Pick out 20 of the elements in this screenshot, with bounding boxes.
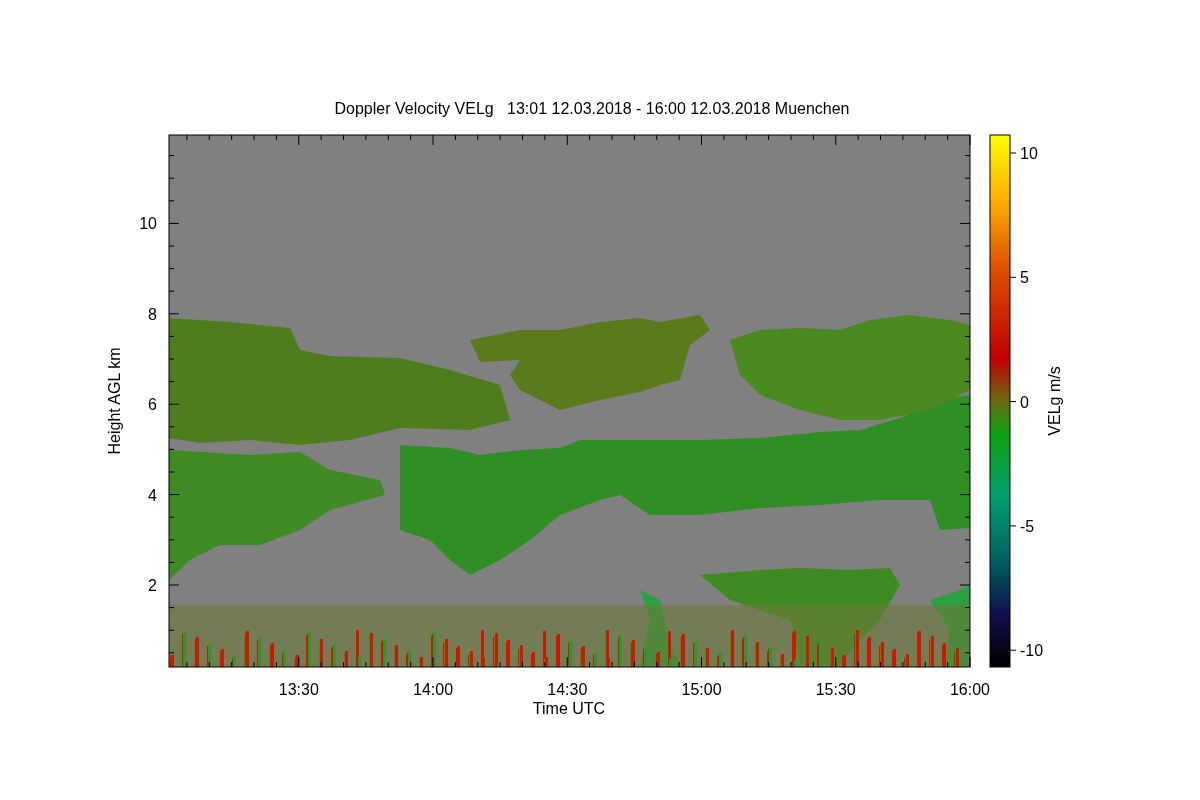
y-tick-label: 4: [148, 486, 157, 504]
x-tick-label: 16:00: [950, 681, 990, 698]
colorbar-tick-label: -10: [1020, 642, 1044, 660]
x-tick-label: 15:30: [815, 681, 856, 698]
x-tick-label: 14:00: [413, 681, 454, 698]
colorbar-tick-label: -5: [1020, 517, 1035, 535]
x-tick-label: 13:30: [278, 681, 319, 698]
colorbar-tick-label: 10: [1020, 145, 1038, 162]
x-tick-label: 14:30: [547, 681, 588, 698]
x-tick-label: 15:00: [681, 681, 722, 698]
colorbar-label: VELg m/s: [1046, 366, 1063, 436]
x-axis-label: Time UTC: [532, 700, 606, 717]
y-tick-label: 8: [148, 305, 157, 323]
chart-title: Doppler Velocity VELg 13:01 12.03.2018 - 16:00 12.03.2018 Muenchen: [334, 100, 850, 117]
y-axis-label: Height AGL km: [106, 347, 123, 455]
y-tick-label: 6: [148, 396, 157, 414]
y-tick-label: 10: [139, 215, 157, 232]
colorbar-tick-label: 5: [1020, 269, 1029, 287]
y-tick-label: 2: [148, 577, 157, 595]
colorbar-tick-label: 0: [1020, 393, 1029, 411]
